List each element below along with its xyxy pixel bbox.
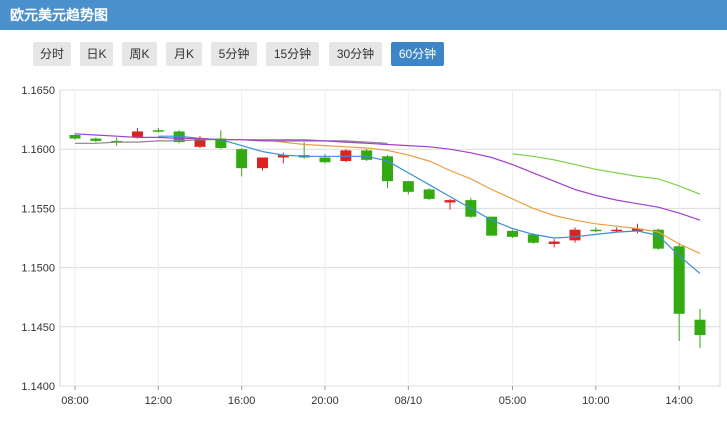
- x-tick-label: 14:00: [665, 395, 693, 407]
- plot-area: [59, 89, 721, 387]
- candlestick-chart: 1.1650 1.1600 1.1550 1.1500 1.1450 1.1400 08:…: [21, 85, 721, 407]
- candle-body: [444, 200, 456, 203]
- x-tick-label: 20:00: [311, 395, 339, 407]
- x-tick-label: 08:00: [61, 395, 89, 407]
- candle-body: [527, 234, 539, 243]
- candle: [507, 229, 518, 238]
- candle-body: [132, 131, 143, 138]
- candle-body: [319, 157, 331, 163]
- y-tick-label: 1.1650: [21, 85, 55, 97]
- candle-body: [361, 150, 373, 160]
- candle-body: [152, 130, 164, 132]
- y-tick-label: 1.1450: [21, 322, 55, 334]
- candle-body: [611, 229, 623, 232]
- candle-body: [590, 229, 602, 232]
- candle-body: [69, 134, 81, 139]
- candle-body: [569, 229, 581, 241]
- candle-body: [694, 319, 706, 336]
- candle-body: [548, 241, 560, 244]
- x-tick-label: 12:00: [145, 395, 173, 407]
- x-tick-label: 10:00: [582, 395, 610, 407]
- candle-body: [423, 189, 435, 199]
- y-tick-label: 1.1600: [21, 144, 55, 156]
- x-tick-label: 05:00: [499, 395, 527, 407]
- x-tick-label: 08/10: [395, 395, 423, 407]
- x-tick-label: 16:00: [228, 395, 256, 407]
- x-axis-ticks: 08:00 12:00 16:00 20:00 08/10 05:00 10:00 14:00: [61, 386, 693, 407]
- candle-body: [507, 230, 518, 237]
- y-tick-label: 1.1400: [21, 381, 55, 393]
- candle: [361, 149, 373, 162]
- candle-body: [402, 181, 414, 192]
- y-tick-label: 1.1500: [21, 263, 55, 275]
- candle-body: [257, 157, 268, 169]
- candle-body: [90, 138, 102, 141]
- y-axis-ticks: 1.1650 1.1600 1.1550 1.1500 1.1450 1.1400: [21, 85, 55, 393]
- candle-body: [236, 149, 248, 169]
- y-tick-label: 1.1550: [21, 203, 55, 215]
- candle: [423, 188, 435, 201]
